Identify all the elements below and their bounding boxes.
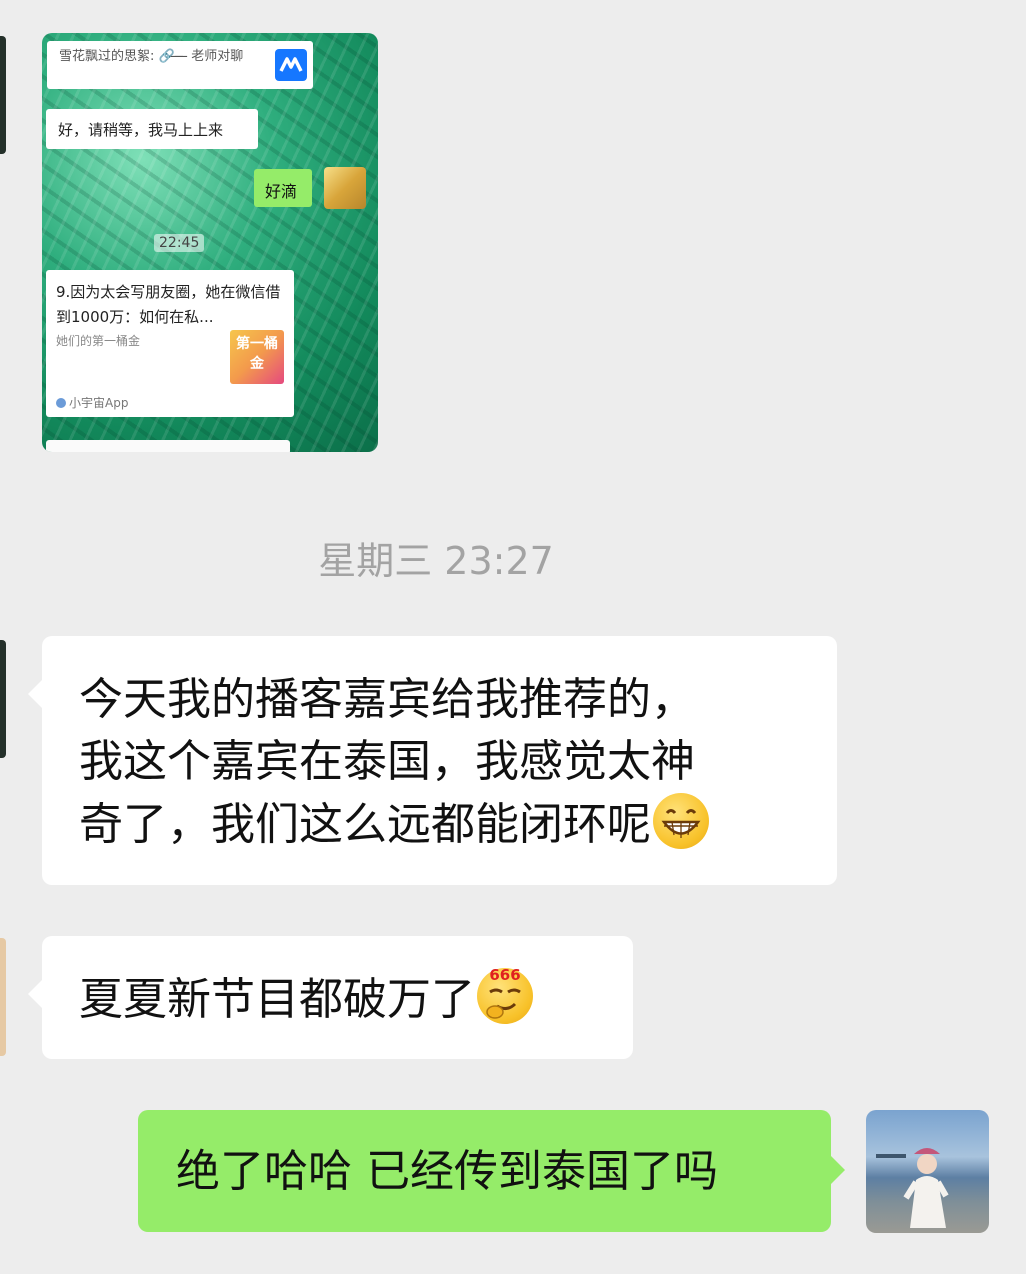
received-message[interactable]: 今天我的播客嘉宾给我推荐的， 我这个嘉宾在泰国，我感觉太神 奇了，我们这么远都能… (28, 636, 837, 885)
card-thumbnail: 第一桶金 (230, 330, 284, 384)
app-logo-icon (275, 49, 307, 81)
app-source: 小宇宙App (56, 394, 128, 411)
input-bar (46, 440, 290, 452)
sent-message: 好滴 (254, 169, 312, 207)
mini-timestamp: 22:45 (154, 234, 205, 252)
quoted-message: 雪花飘过的思絮: 🔗 ̶ ̶ ̶ 老师对聊 (47, 41, 313, 89)
grin-emoji-icon (653, 793, 709, 849)
message-text: 今天我的播客嘉宾给我推荐的， 我这个嘉宾在泰国，我感觉太神 奇了，我们这么远都能… (79, 669, 819, 856)
user-avatar[interactable] (866, 1110, 989, 1233)
message-text: 绝了哈哈 已经传到泰国了吗 (176, 1146, 718, 1197)
person-photo-icon (876, 1148, 949, 1228)
svg-text:666: 666 (489, 968, 520, 984)
podcast-card: 9.因为太会写朋友圈，她在微信借到1000万：如何在私... 她们的第一桶金 第… (46, 270, 294, 417)
received-message[interactable]: 夏夏新节目都破万了 666 (28, 936, 633, 1059)
card-title: 9.因为太会写朋友圈，她在微信借到1000万：如何在私... (56, 283, 281, 326)
chat-timestamp: 星期三 23:27 (318, 539, 554, 583)
666-emoji-icon: 666 (477, 968, 533, 1024)
card-subtitle: 她们的第一桶金 (56, 334, 141, 348)
image-message[interactable]: 雪花飘过的思絮: 🔗 ̶ ̶ ̶ 老师对聊 好，请稍等，我马上上来 好滴 22:… (42, 33, 378, 452)
mini-avatar (324, 167, 366, 209)
message-text: 夏夏新节目都破万了 666 (79, 968, 533, 1031)
sent-message[interactable]: 绝了哈哈 已经传到泰国了吗 (138, 1110, 845, 1232)
contact-avatar[interactable] (0, 938, 6, 1056)
reply-message: 好，请稍等，我马上上来 (46, 109, 258, 149)
quoted-text: 雪花飘过的思絮: 🔗 ̶ ̶ ̶ 老师对聊 (59, 49, 244, 64)
contact-avatar[interactable] (0, 640, 6, 758)
planet-icon (56, 398, 66, 408)
contact-avatar[interactable] (0, 36, 6, 154)
